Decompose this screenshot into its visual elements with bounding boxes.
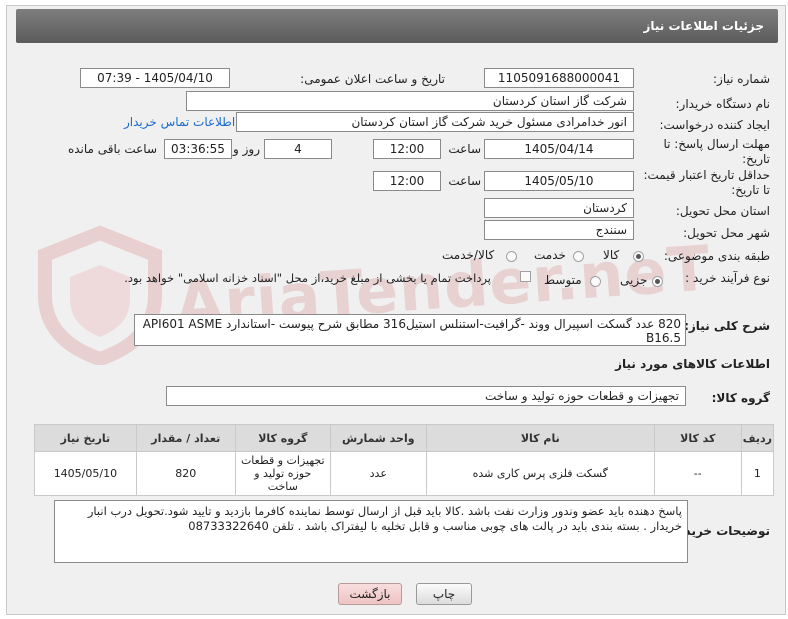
need-number-field: 1105091688000041 bbox=[484, 68, 634, 88]
category-radio-goods-service[interactable] bbox=[506, 251, 517, 262]
category-radio-goods[interactable] bbox=[633, 251, 644, 262]
reply-deadline-label-2: تاریخ: bbox=[742, 152, 770, 166]
remaining-time-field: 03:36:55 bbox=[164, 139, 232, 159]
process-radio-minor[interactable] bbox=[652, 276, 663, 287]
delivery-province-label: استان محل تحویل: bbox=[675, 204, 770, 218]
col-header-name: نام کالا bbox=[425, 424, 655, 452]
cell-group-line-3: ساخت bbox=[267, 480, 298, 493]
col-header-code: کد کالا bbox=[653, 424, 742, 452]
col-header-qty: تعداد / مقدار bbox=[135, 424, 236, 452]
process-option-medium: متوسط bbox=[544, 273, 582, 287]
table-header-row: ردیف کد کالا نام کالا واحد شمارش گروه کا… bbox=[34, 424, 775, 452]
col-header-group: گروه کالا bbox=[234, 424, 331, 452]
summary-box: 820 عدد گسکت اسپیرال ووند -گرافیت-استنلس… bbox=[134, 314, 686, 346]
process-type-label: نوع فرآیند خرید : bbox=[685, 271, 770, 285]
cell-unit: عدد bbox=[329, 451, 427, 496]
reply-deadline-time-label: ساعت bbox=[448, 142, 481, 156]
reply-deadline-date: 1405/04/14 bbox=[484, 139, 634, 159]
price-validity-label-1: حداقل تاریخ اعتبار قیمت: bbox=[643, 168, 770, 182]
summary-label: شرح کلی نیاز: bbox=[684, 319, 770, 333]
category-option-goods-service: کالا/خدمت bbox=[442, 248, 495, 262]
cell-row: 1 bbox=[740, 451, 775, 496]
remaining-time-label: ساعت باقی مانده bbox=[67, 142, 157, 156]
goods-section-title: اطلاعات کالاهای مورد نیاز bbox=[615, 357, 770, 371]
col-header-date: تاریخ نیاز bbox=[34, 424, 137, 452]
buyer-org-field: شرکت گاز استان کردستان bbox=[186, 91, 634, 111]
treasury-payment-note: پرداخت تمام یا بخشی از مبلغ خرید،از محل … bbox=[124, 271, 491, 285]
print-button[interactable]: چاپ bbox=[416, 583, 472, 605]
delivery-city-label: شهر محل تحویل: bbox=[683, 226, 770, 240]
reply-deadline-time: 12:00 bbox=[373, 139, 441, 159]
announce-datetime-label: تاریخ و ساعت اعلان عمومی: bbox=[300, 72, 445, 86]
cell-code: -- bbox=[653, 451, 742, 496]
header-bar: جزئیات اطلاعات نیاز bbox=[16, 9, 778, 43]
goods-group-label: گروه کالا: bbox=[711, 391, 770, 405]
price-validity-date: 1405/05/10 bbox=[484, 171, 634, 191]
buyer-notes-line-1: پاسخ دهنده باید عضو وندور وزارت نفت باشد… bbox=[87, 504, 682, 518]
reply-days-label: روز و bbox=[233, 142, 260, 156]
cell-date: 1405/05/10 bbox=[34, 451, 137, 496]
price-validity-time: 12:00 bbox=[373, 171, 441, 191]
buyer-notes-box: پاسخ دهنده باید عضو وندور وزارت نفت باشد… bbox=[54, 500, 688, 563]
back-button[interactable]: بازگشت bbox=[338, 583, 402, 605]
treasury-payment-checkbox[interactable] bbox=[520, 271, 531, 282]
cell-qty: 820 bbox=[135, 451, 236, 496]
col-header-row: ردیف bbox=[740, 424, 775, 452]
category-option-goods: کالا bbox=[603, 248, 620, 262]
category-radio-service[interactable] bbox=[573, 251, 584, 262]
goods-table: ردیف کد کالا نام کالا واحد شمارش گروه کا… bbox=[34, 424, 775, 496]
process-radio-medium[interactable] bbox=[590, 276, 601, 287]
price-validity-label-2: تا تاریخ: bbox=[731, 183, 770, 197]
reply-days-field: 4 bbox=[264, 139, 332, 159]
goods-group-field: تجهیزات و قطعات حوزه تولید و ساخت bbox=[166, 386, 686, 406]
cell-name: گسکت فلزی پرس کاری شده bbox=[425, 451, 655, 496]
cell-group: تجهیزات و قطعات حوزه تولید و ساخت bbox=[234, 451, 331, 496]
requester-field: انور خدامرادی مسئول خرید شرکت گاز استان … bbox=[236, 112, 634, 132]
page-title: جزئیات اطلاعات نیاز bbox=[643, 19, 764, 33]
col-header-unit: واحد شمارش bbox=[329, 424, 427, 452]
category-option-service: خدمت bbox=[534, 248, 566, 262]
category-label: طبقه بندی موضوعی: bbox=[663, 249, 770, 263]
delivery-province-field: کردستان bbox=[484, 198, 634, 218]
price-validity-time-label: ساعت bbox=[448, 174, 481, 188]
buyer-notes-line-2: خریدار . بسته بندی باید در پالت های چوبی… bbox=[188, 519, 682, 533]
buyer-contact-link[interactable]: اطلاعات تماس خریدار bbox=[124, 115, 235, 129]
summary-line-1: 820 عدد گسکت اسپیرال ووند -گرافیت-استنلس… bbox=[142, 317, 681, 331]
cell-group-line-2: حوزه تولید و bbox=[254, 467, 312, 480]
cell-group-line-1: تجهیزات و قطعات bbox=[240, 454, 325, 467]
buyer-org-label: نام دستگاه خریدار: bbox=[675, 97, 771, 111]
table-row: 1 -- گسکت فلزی پرس کاری شده عدد تجهیزات … bbox=[34, 451, 775, 496]
need-number-label: شماره نیاز: bbox=[713, 72, 770, 86]
summary-line-2: B16.5 bbox=[646, 331, 681, 345]
reply-deadline-label-1: مهلت ارسال پاسخ: تا bbox=[663, 137, 770, 151]
process-option-minor: جزیی bbox=[620, 273, 648, 287]
delivery-city-field: سنندج bbox=[484, 220, 634, 240]
requester-label: ایجاد کننده درخواست: bbox=[659, 118, 770, 132]
announce-datetime-field: 1405/04/10 - 07:39 bbox=[80, 68, 230, 88]
